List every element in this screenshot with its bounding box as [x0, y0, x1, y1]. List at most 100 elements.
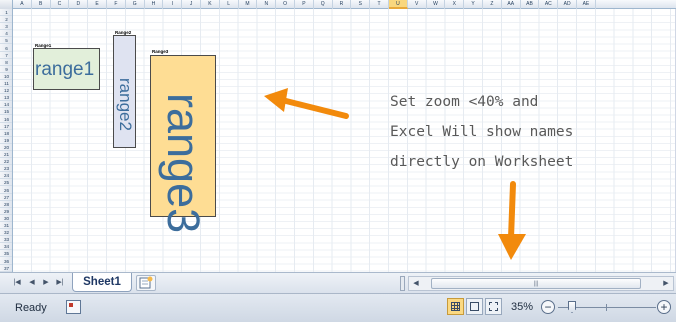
column-header: A B C D E F G H I J K L M N O P Q R S T U V W X Y Z AA AB AC AD AE	[0, 0, 676, 9]
range2-overlay-text: range2	[116, 78, 135, 131]
horizontal-scrollbar[interactable]: ◀ ||| ▶	[408, 276, 674, 291]
row-header-29[interactable]: 29	[0, 208, 12, 215]
row-header-31[interactable]: 31	[0, 222, 12, 230]
column-header-r[interactable]: R	[333, 0, 352, 9]
column-header-f[interactable]: F	[107, 0, 126, 9]
row-header-34[interactable]: 34	[0, 243, 12, 251]
column-header-x[interactable]: X	[445, 0, 465, 9]
column-header-e[interactable]: E	[88, 0, 107, 9]
row-header-12[interactable]: 12	[0, 87, 12, 95]
column-header-p[interactable]: P	[295, 0, 314, 9]
column-header-b[interactable]: B	[32, 0, 51, 9]
normal-view-button[interactable]	[447, 298, 464, 315]
last-sheet-icon[interactable]: ▶|	[55, 278, 65, 288]
column-header-s[interactable]: S	[351, 0, 371, 9]
column-header-z[interactable]: Z	[483, 0, 502, 9]
row-header-2[interactable]: 2	[0, 16, 12, 24]
row-header-13[interactable]: 13	[0, 94, 12, 102]
row-header-7[interactable]: 7	[0, 52, 12, 59]
record-macro-icon[interactable]	[66, 300, 81, 314]
column-header-k[interactable]: K	[201, 0, 220, 9]
zoom-level[interactable]: 35%	[511, 301, 533, 313]
page-layout-icon	[470, 302, 479, 311]
column-header-v[interactable]: V	[408, 0, 427, 9]
select-all-corner[interactable]	[0, 0, 13, 9]
row-header-16[interactable]: 16	[0, 116, 12, 123]
row-header-10[interactable]: 10	[0, 73, 12, 80]
column-header-aa[interactable]: AA	[502, 0, 521, 9]
row-header-25[interactable]: 25	[0, 179, 12, 187]
column-header-o[interactable]: O	[276, 0, 295, 9]
column-header-ae[interactable]: AE	[577, 0, 596, 9]
column-header-j[interactable]: J	[182, 0, 201, 9]
first-sheet-icon[interactable]: |◀	[12, 278, 22, 288]
column-header-ab[interactable]: AB	[521, 0, 540, 9]
down-arrow-icon	[498, 181, 526, 260]
row-header-37[interactable]: 37	[0, 265, 12, 272]
column-header-m[interactable]: M	[239, 0, 258, 9]
zoom-slider-thumb[interactable]	[568, 301, 576, 313]
sheet-tab-sheet1[interactable]: Sheet1	[72, 273, 132, 292]
row-header-15[interactable]: 15	[0, 108, 12, 116]
column-header-y[interactable]: Y	[464, 0, 483, 9]
normal-view-icon	[451, 302, 460, 311]
page-break-preview-button[interactable]	[485, 298, 502, 315]
row-header-8[interactable]: 8	[0, 59, 12, 66]
column-header-d[interactable]: D	[69, 0, 89, 9]
column-header-t[interactable]: T	[370, 0, 389, 9]
scroll-right-icon[interactable]: ▶	[661, 278, 671, 289]
scroll-left-icon[interactable]: ◀	[411, 278, 421, 289]
row-header-19[interactable]: 19	[0, 137, 12, 144]
tab-split-handle[interactable]	[400, 276, 405, 291]
column-header-w[interactable]: W	[427, 0, 446, 9]
column-header-c[interactable]: C	[51, 0, 70, 9]
column-header-g[interactable]: G	[126, 0, 145, 9]
row-header-5[interactable]: 5	[0, 37, 12, 45]
row-header-17[interactable]: 17	[0, 123, 12, 130]
row-header-20[interactable]: 20	[0, 144, 12, 151]
left-arrow-icon	[264, 88, 349, 119]
row-header-4[interactable]: 4	[0, 30, 12, 38]
row-header-26[interactable]: 26	[0, 187, 12, 194]
row-header-3[interactable]: 3	[0, 23, 12, 31]
row-header-21[interactable]: 21	[0, 151, 12, 159]
column-header-a[interactable]: A	[13, 0, 32, 9]
note-line-1: Set zoom <40% and	[390, 94, 539, 110]
column-header-n[interactable]: N	[257, 0, 277, 9]
insert-sheet-icon[interactable]	[136, 275, 156, 291]
row-header-6[interactable]: 6	[0, 45, 12, 52]
next-sheet-icon[interactable]: ▶	[41, 278, 51, 288]
row-header-24[interactable]: 24	[0, 172, 12, 180]
prev-sheet-icon[interactable]: ◀	[27, 278, 37, 288]
column-header-i[interactable]: I	[163, 0, 183, 9]
row-header-1[interactable]: 1	[0, 9, 12, 17]
row-header-28[interactable]: 28	[0, 201, 12, 208]
column-header-ad[interactable]: AD	[558, 0, 577, 9]
range1-overlay-text: range1	[35, 59, 95, 80]
row-header-36[interactable]: 36	[0, 258, 12, 265]
zoom-out-button[interactable]: −	[541, 300, 555, 314]
column-header-u[interactable]: U	[389, 0, 408, 9]
row-header-30[interactable]: 30	[0, 215, 12, 222]
row-header-11[interactable]: 11	[0, 80, 12, 88]
zoom-slider-midpoint	[606, 304, 607, 311]
horizontal-scroll-thumb[interactable]: |||	[431, 278, 641, 289]
column-header-h[interactable]: H	[145, 0, 164, 9]
page-layout-view-button[interactable]	[466, 298, 483, 315]
row-header-33[interactable]: 33	[0, 236, 12, 244]
page-break-icon	[489, 302, 498, 311]
column-header-q[interactable]: Q	[314, 0, 333, 9]
row-header-32[interactable]: 32	[0, 229, 12, 237]
column-header-ac[interactable]: AC	[539, 0, 559, 9]
note-line-2: Excel Will show names	[390, 124, 574, 140]
column-header-l[interactable]: L	[220, 0, 239, 9]
row-header-27[interactable]: 27	[0, 194, 12, 201]
row-header-35[interactable]: 35	[0, 250, 12, 258]
row-header-22[interactable]: 22	[0, 158, 12, 166]
row-header-14[interactable]: 14	[0, 101, 12, 109]
worksheet: A B C D E F G H I J K L M N O P Q R S T U V W X Y Z AA AB AC AD AE 123…	[0, 0, 676, 322]
row-header-9[interactable]: 9	[0, 66, 12, 73]
zoom-in-button[interactable]: +	[657, 300, 671, 314]
row-header-18[interactable]: 18	[0, 130, 12, 137]
row-header-23[interactable]: 23	[0, 165, 12, 173]
